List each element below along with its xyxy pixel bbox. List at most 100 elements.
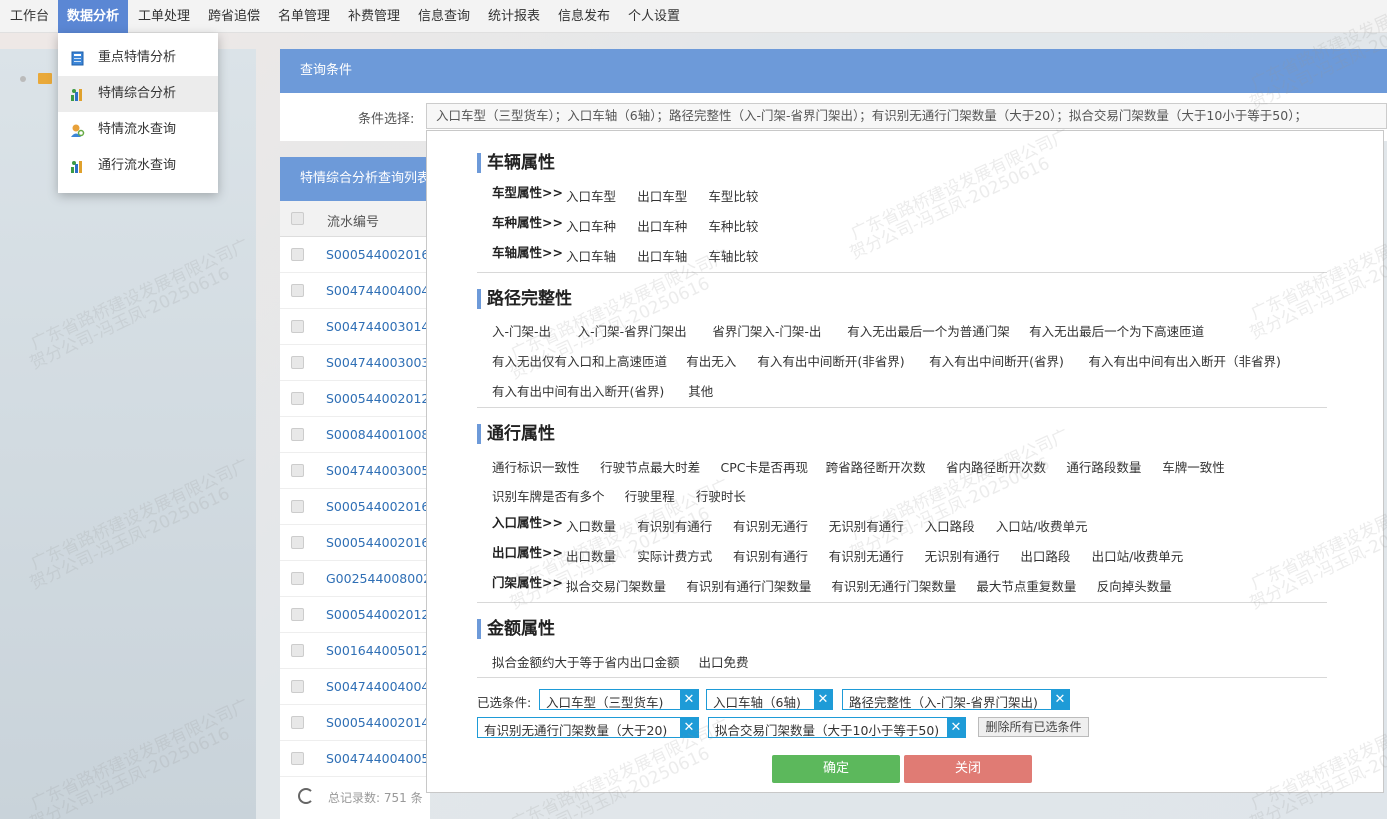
condition-option[interactable]: 入口车轴 bbox=[566, 246, 616, 265]
condition-option[interactable]: 无识别有通行 bbox=[925, 546, 1000, 565]
nav-list-management[interactable]: 名单管理 bbox=[278, 0, 330, 33]
row-checkbox[interactable] bbox=[291, 464, 304, 477]
tree-expand-dot[interactable] bbox=[20, 76, 26, 82]
row-checkbox[interactable] bbox=[291, 248, 304, 261]
serial-number-link[interactable]: S0005440020120 bbox=[326, 391, 430, 406]
condition-option[interactable]: 实际计费方式 bbox=[637, 546, 712, 565]
condition-option[interactable]: 拟合金额约大于等于省内出口金额 bbox=[492, 652, 680, 671]
row-checkbox[interactable] bbox=[291, 356, 304, 369]
condition-option[interactable]: 拟合交易门架数量 bbox=[566, 576, 666, 595]
row-checkbox[interactable] bbox=[291, 572, 304, 585]
condition-option[interactable]: 有识别有通行 bbox=[733, 546, 808, 565]
table-row[interactable]: S0005440020120 bbox=[280, 381, 430, 417]
nav-statistics-report[interactable]: 统计报表 bbox=[488, 0, 540, 33]
menu-item-key-incident-analysis[interactable]: 重点特情分析 bbox=[58, 40, 218, 76]
condition-option[interactable]: 反向掉头数量 bbox=[1097, 576, 1172, 595]
condition-option[interactable]: 出口免费 bbox=[699, 652, 749, 671]
condition-option[interactable]: 有识别无通行门架数量 bbox=[831, 576, 956, 595]
condition-option[interactable]: 有入有出中间断开(非省界) bbox=[757, 351, 904, 370]
condition-option[interactable]: 有入无出仅有入口和上高速匝道 bbox=[492, 351, 667, 370]
serial-number-link[interactable]: S0047440030050 bbox=[326, 463, 430, 478]
serial-number-link[interactable]: S0005440020120 bbox=[326, 607, 430, 622]
condition-option[interactable]: 有入有出中间断开(省界) bbox=[929, 351, 1064, 370]
serial-number-link[interactable]: S0047440030030 bbox=[326, 355, 430, 370]
row-checkbox[interactable] bbox=[291, 428, 304, 441]
condition-option[interactable]: 出口路段 bbox=[1020, 546, 1070, 565]
serial-number-link[interactable]: S0047440040040 bbox=[326, 679, 430, 694]
condition-option[interactable]: 跨省路径断开次数 bbox=[826, 457, 926, 476]
condition-option[interactable]: 行驶节点最大时差 bbox=[600, 457, 700, 476]
condition-option[interactable]: 有入无出最后一个为普通门架 bbox=[847, 321, 1010, 340]
serial-number-link[interactable]: S0005440020140 bbox=[326, 715, 430, 730]
condition-option[interactable]: 识别车牌是否有多个 bbox=[492, 486, 605, 505]
condition-option[interactable]: 入-门架-省界门架出 bbox=[578, 321, 687, 340]
serial-number-link[interactable]: S0047440040050 bbox=[326, 751, 430, 766]
nav-supplement-fee[interactable]: 补费管理 bbox=[348, 0, 400, 33]
condition-option[interactable]: 车型比较 bbox=[708, 186, 758, 205]
refresh-icon[interactable] bbox=[298, 788, 314, 804]
condition-option[interactable]: 行驶里程 bbox=[625, 486, 675, 505]
condition-option[interactable]: CPC卡是否再现 bbox=[721, 457, 809, 476]
menu-item-traffic-flow-query[interactable]: 通行流水查询 bbox=[58, 148, 218, 184]
menu-item-incident-flow-query[interactable]: 特情流水查询 bbox=[58, 112, 218, 148]
serial-number-link[interactable]: S0008440010080 bbox=[326, 427, 430, 442]
condition-option[interactable]: 通行路段数量 bbox=[1066, 457, 1141, 476]
row-checkbox[interactable] bbox=[291, 536, 304, 549]
table-row[interactable]: S0005440020160 bbox=[280, 489, 430, 525]
row-checkbox[interactable] bbox=[291, 644, 304, 657]
condition-option[interactable]: 行驶时长 bbox=[696, 486, 746, 505]
condition-option[interactable]: 有入无出最后一个为下高速匝道 bbox=[1029, 321, 1204, 340]
table-row[interactable]: S0047440040040 bbox=[280, 273, 430, 309]
row-checkbox[interactable] bbox=[291, 284, 304, 297]
condition-option[interactable]: 无识别有通行 bbox=[829, 516, 904, 535]
table-row[interactable]: S0047440030140 bbox=[280, 309, 430, 345]
condition-input[interactable]: 入口车型（三型货车）；入口车轴（6轴）；路径完整性（入-门架-省界门架出）；有识… bbox=[426, 103, 1387, 129]
serial-number-link[interactable]: G0025440080020 bbox=[326, 571, 430, 586]
condition-option[interactable]: 车种比较 bbox=[708, 216, 758, 235]
table-row[interactable]: S0047440030030 bbox=[280, 345, 430, 381]
condition-option[interactable]: 有入有出中间有出入断开（非省界) bbox=[1089, 351, 1281, 370]
serial-number-link[interactable]: S0005440020160 bbox=[326, 535, 430, 550]
row-checkbox[interactable] bbox=[291, 608, 304, 621]
folder-icon[interactable] bbox=[38, 73, 52, 84]
table-row[interactable]: G0025440080020 bbox=[280, 561, 430, 597]
remove-tag-icon[interactable]: ✕ bbox=[947, 718, 965, 737]
row-checkbox[interactable] bbox=[291, 392, 304, 405]
table-row[interactable]: S0005440020160 bbox=[280, 525, 430, 561]
table-row[interactable]: S0005440020140 bbox=[280, 705, 430, 741]
close-button[interactable]: 关闭 bbox=[904, 755, 1032, 783]
remove-tag-icon[interactable]: ✕ bbox=[680, 718, 698, 737]
condition-option[interactable]: 出口站/收费单元 bbox=[1092, 546, 1184, 565]
nav-info-publish[interactable]: 信息发布 bbox=[558, 0, 610, 33]
table-row[interactable]: S0008440010080 bbox=[280, 417, 430, 453]
condition-option[interactable]: 出口车轴 bbox=[637, 246, 687, 265]
condition-option[interactable]: 车牌一致性 bbox=[1162, 457, 1225, 476]
condition-option[interactable]: 有识别无通行 bbox=[733, 516, 808, 535]
condition-option[interactable]: 入口车种 bbox=[566, 216, 616, 235]
condition-option[interactable]: 省界门架入-门架-出 bbox=[712, 321, 821, 340]
remove-tag-icon[interactable]: ✕ bbox=[1051, 690, 1069, 709]
row-checkbox[interactable] bbox=[291, 680, 304, 693]
row-checkbox[interactable] bbox=[291, 716, 304, 729]
row-checkbox[interactable] bbox=[291, 500, 304, 513]
condition-option[interactable]: 出口数量 bbox=[566, 546, 616, 565]
menu-item-comprehensive-analysis[interactable]: 特情综合分析 bbox=[58, 76, 218, 112]
serial-number-link[interactable]: S0047440040040 bbox=[326, 283, 430, 298]
condition-option[interactable]: 省内路径断开次数 bbox=[946, 457, 1046, 476]
condition-option[interactable]: 入口车型 bbox=[566, 186, 616, 205]
row-checkbox[interactable] bbox=[291, 320, 304, 333]
condition-option[interactable]: 入口数量 bbox=[566, 516, 616, 535]
condition-option[interactable]: 其他 bbox=[688, 381, 713, 400]
nav-workbench[interactable]: 工作台 bbox=[10, 0, 49, 33]
condition-option[interactable]: 通行标识一致性 bbox=[492, 457, 580, 476]
condition-option[interactable]: 有出无入 bbox=[686, 351, 736, 370]
table-row[interactable]: S0016440050120 bbox=[280, 633, 430, 669]
nav-info-query[interactable]: 信息查询 bbox=[418, 0, 470, 33]
select-all-checkbox[interactable] bbox=[291, 212, 304, 225]
condition-option[interactable]: 有识别有通行 bbox=[637, 516, 712, 535]
condition-option[interactable]: 最大节点重复数量 bbox=[976, 576, 1076, 595]
condition-option[interactable]: 出口车种 bbox=[637, 216, 687, 235]
remove-tag-icon[interactable]: ✕ bbox=[680, 690, 698, 709]
table-row[interactable]: S0047440040050 bbox=[280, 741, 430, 777]
condition-option[interactable]: 有入有出中间有出入断开(省界) bbox=[492, 381, 664, 400]
